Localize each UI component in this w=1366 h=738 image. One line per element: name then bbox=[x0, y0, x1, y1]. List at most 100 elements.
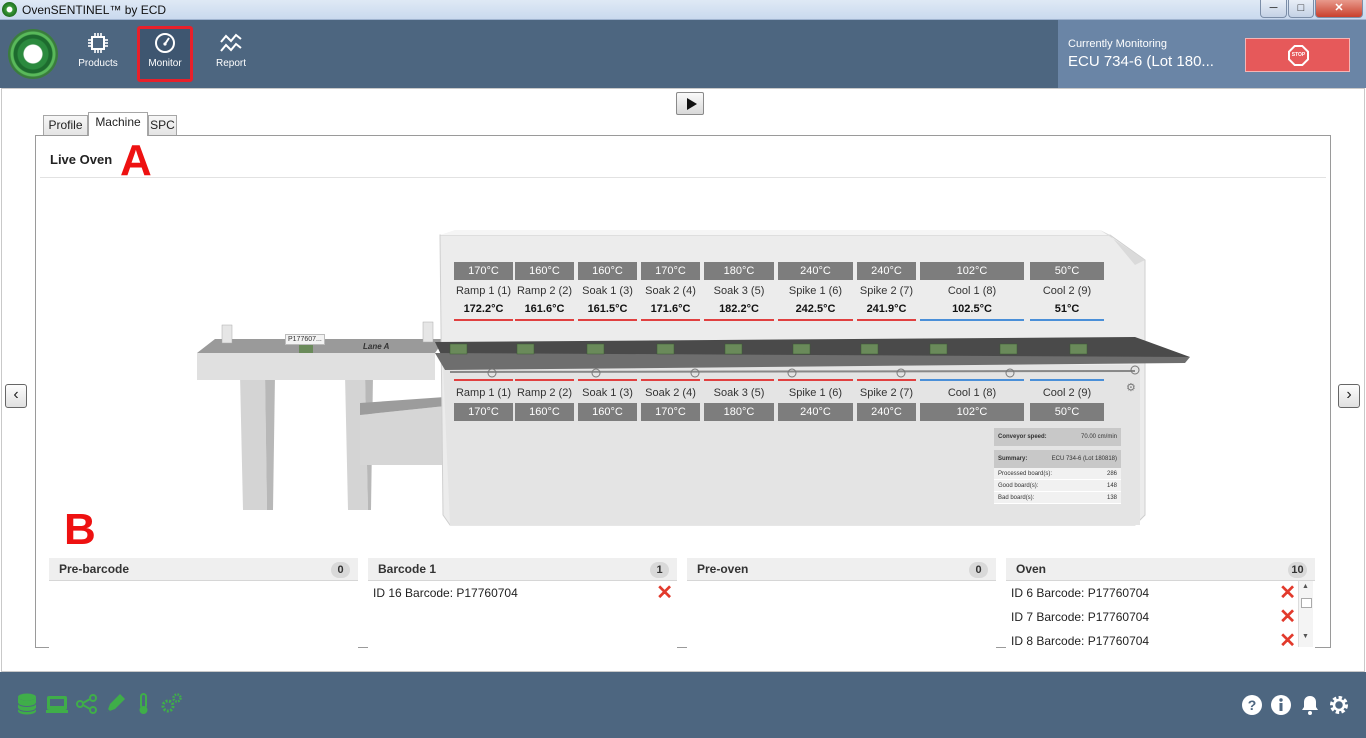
remove-icon[interactable]: ✕ bbox=[1279, 607, 1296, 627]
zone-setpoint: 170°C bbox=[641, 262, 700, 280]
scroll-thumb[interactable] bbox=[1301, 598, 1312, 608]
zone-name: Soak 3 (5) bbox=[713, 285, 765, 297]
bad-label: Bad board(s): bbox=[998, 495, 1035, 501]
svg-text:?: ? bbox=[1248, 697, 1257, 713]
good-row: Good board(s): 148 bbox=[994, 480, 1121, 492]
maximize-button[interactable]: □ bbox=[1288, 0, 1314, 18]
zone-actual-temp: 182.2°C bbox=[704, 300, 774, 320]
conveyor-speed-row: Conveyor speed: 70.00 cm/min bbox=[994, 428, 1121, 446]
list-item[interactable]: ID 7 Barcode: P17760704 ✕ bbox=[1006, 605, 1300, 629]
zone-name: Soak 1 (3) bbox=[582, 285, 633, 297]
zone-status-bar bbox=[857, 379, 916, 381]
gears-icon[interactable] bbox=[159, 692, 183, 716]
queue-barcode-1: Barcode 1 1 ID 16 Barcode: P17760704 ✕ bbox=[368, 558, 677, 648]
minimize-button[interactable]: ─ bbox=[1260, 0, 1287, 18]
queue-header: Barcode 1 1 bbox=[368, 558, 677, 581]
zone-setpoint: 240°C bbox=[778, 262, 853, 280]
queue-count-badge: 1 bbox=[650, 562, 669, 578]
zone-name: Cool 1 (8) bbox=[947, 387, 997, 399]
bell-icon[interactable] bbox=[1299, 694, 1321, 716]
remove-icon[interactable]: ✕ bbox=[1279, 631, 1296, 648]
next-arrow-button[interactable]: › bbox=[1338, 384, 1360, 408]
board-entry-text: ID 8 Barcode: P17760704 bbox=[1011, 634, 1150, 648]
info-icon[interactable] bbox=[1270, 694, 1292, 716]
queue-count-badge: 10 bbox=[1288, 562, 1307, 578]
pen-icon[interactable] bbox=[103, 692, 127, 716]
play-button[interactable] bbox=[676, 92, 704, 115]
zone-status-bar bbox=[920, 379, 1024, 381]
zone-status-bar bbox=[515, 379, 574, 381]
tab-machine[interactable]: Machine bbox=[88, 112, 148, 136]
zone-setpoint: 240°C bbox=[857, 403, 916, 421]
share-icon[interactable] bbox=[75, 692, 99, 716]
zone-status-bar bbox=[515, 319, 574, 321]
zone-name: Ramp 1 (1) bbox=[455, 387, 512, 399]
zone-setpoint: 102°C bbox=[920, 403, 1024, 421]
queue-pre-oven: Pre-oven 0 bbox=[687, 558, 996, 648]
zone-setpoint: 240°C bbox=[857, 262, 916, 280]
zone-setpoint: 180°C bbox=[704, 262, 774, 280]
zone-name: Spike 2 (7) bbox=[859, 387, 914, 399]
ovensentinel-logo-icon[interactable] bbox=[8, 29, 58, 79]
zone-status-bar bbox=[641, 319, 700, 321]
stop-button[interactable]: STOP bbox=[1245, 38, 1350, 72]
divider bbox=[40, 177, 1326, 178]
zone-status-bar bbox=[454, 379, 513, 381]
oven-icon[interactable] bbox=[45, 692, 69, 716]
remove-icon[interactable]: ✕ bbox=[656, 583, 673, 603]
footer-bar bbox=[0, 672, 1366, 738]
settings-icon[interactable] bbox=[1328, 694, 1350, 716]
tab-profile[interactable]: Profile bbox=[43, 115, 88, 136]
zone-setpoint: 240°C bbox=[778, 403, 853, 421]
remove-icon[interactable]: ✕ bbox=[1279, 583, 1296, 603]
scroll-down-icon[interactable]: ▼ bbox=[1302, 633, 1309, 640]
conveyor-speed-value: 70.00 cm/min bbox=[1080, 434, 1117, 440]
zone-setpoint: 170°C bbox=[454, 262, 513, 280]
chip-icon bbox=[88, 33, 108, 53]
queue-oven: Oven 10 ID 6 Barcode: P17760704 ✕ ID 7 Bar… bbox=[1006, 558, 1315, 648]
stop-sign-icon: STOP bbox=[1288, 45, 1309, 66]
zone-name: Soak 1 (3) bbox=[582, 387, 633, 399]
list-item[interactable]: ID 8 Barcode: P17760704 ✕ bbox=[1006, 629, 1300, 648]
help-icon[interactable]: ? bbox=[1241, 694, 1263, 716]
zone-name: Soak 3 (5) bbox=[713, 387, 765, 399]
nav-monitor-button[interactable]: Monitor bbox=[137, 26, 193, 82]
database-icon[interactable] bbox=[15, 692, 39, 716]
zone-setpoint: 180°C bbox=[704, 403, 774, 421]
oven-settings-icon[interactable]: ⚙ bbox=[1126, 381, 1136, 394]
app-logo-icon bbox=[2, 2, 17, 17]
close-button[interactable]: ✕ bbox=[1315, 0, 1363, 18]
annotation-a: A bbox=[120, 136, 152, 185]
oven-queue-scrollbar[interactable]: ▲ ▼ bbox=[1298, 581, 1313, 647]
board-entry-text: ID 16 Barcode: P17760704 bbox=[373, 586, 518, 600]
zone-name: Spike 1 (6) bbox=[788, 285, 843, 297]
nav-products-label: Products bbox=[78, 58, 118, 69]
zone-status-bar bbox=[454, 319, 513, 321]
nav-report-button[interactable]: Report bbox=[203, 26, 259, 82]
zone-name: Cool 1 (8) bbox=[947, 285, 997, 297]
thermometer-icon[interactable] bbox=[131, 692, 155, 716]
processed-row: Processed board(s): 286 bbox=[994, 468, 1121, 480]
list-item[interactable]: ID 16 Barcode: P17760704 ✕ bbox=[368, 581, 677, 605]
bad-value: 138 bbox=[1106, 495, 1117, 501]
zone-status-bar bbox=[778, 319, 853, 321]
zone-status-bar bbox=[1030, 379, 1104, 381]
nav-monitor-label: Monitor bbox=[148, 58, 182, 69]
previous-arrow-button[interactable]: ‹ bbox=[5, 384, 27, 408]
queue-title: Oven bbox=[1016, 562, 1047, 576]
queue-title: Pre-oven bbox=[697, 562, 749, 576]
list-item[interactable]: ID 6 Barcode: P17760704 ✕ bbox=[1006, 581, 1300, 605]
zone-name: Ramp 1 (1) bbox=[455, 285, 512, 297]
scroll-up-icon[interactable]: ▲ bbox=[1302, 583, 1309, 590]
board-tag: P177607... bbox=[285, 334, 325, 345]
zone-setpoint: 160°C bbox=[578, 262, 637, 280]
good-label: Good board(s): bbox=[998, 483, 1039, 489]
zone-name: Cool 2 (9) bbox=[1042, 285, 1092, 297]
summary-row: Summary: ECU 734-6 (Lot 180818) bbox=[994, 450, 1121, 468]
zone-status-bar bbox=[704, 319, 774, 321]
queue-pre-barcode: Pre-barcode 0 bbox=[49, 558, 358, 648]
queue-header: Pre-barcode 0 bbox=[49, 558, 358, 581]
tab-spc[interactable]: SPC bbox=[148, 115, 177, 136]
nav-products-button[interactable]: Products bbox=[70, 26, 126, 82]
zone-setpoint: 50°C bbox=[1030, 403, 1104, 421]
